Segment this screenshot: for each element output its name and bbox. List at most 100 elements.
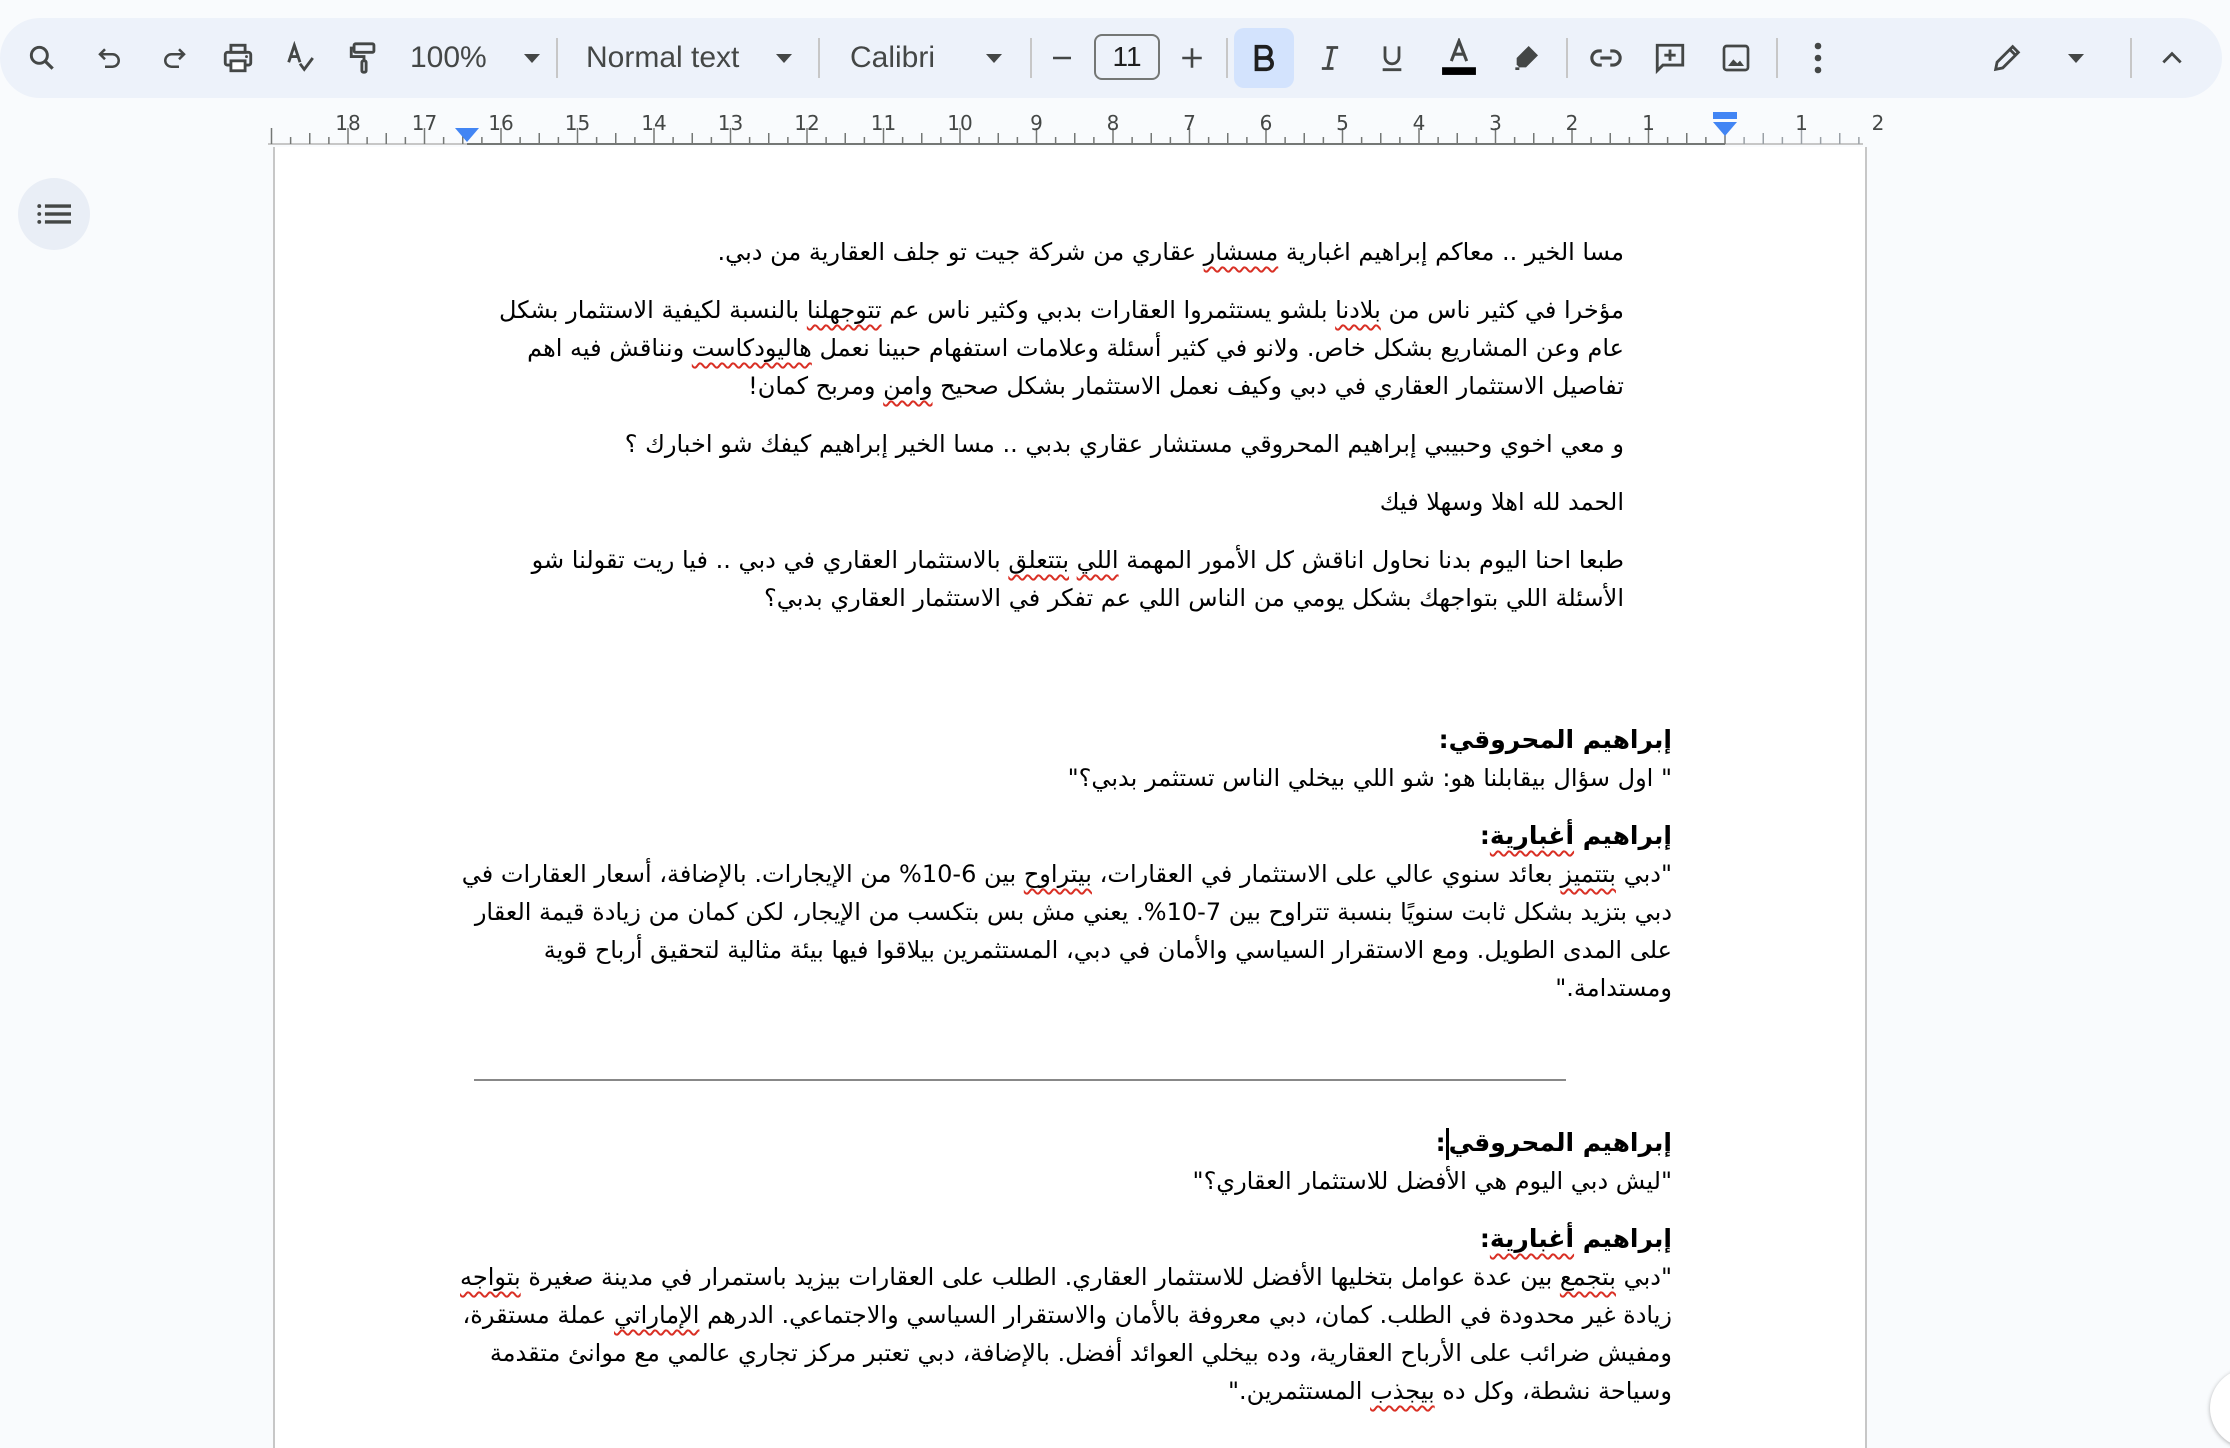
insert-link-button[interactable] — [1584, 18, 1628, 98]
more-options-button[interactable] — [1798, 18, 1838, 98]
explore-button[interactable] — [2210, 1368, 2230, 1448]
first-line-indent-marker[interactable] — [1713, 112, 1737, 119]
misspelled-word[interactable]: الإماراتي — [614, 1301, 699, 1329]
misspelled-word[interactable]: بتواجه — [460, 1263, 521, 1291]
styles-select[interactable]: Normal text — [586, 18, 792, 98]
spellcheck-button[interactable] — [278, 18, 322, 98]
ruler-scale: 18 17 16 15 14 13 12 11 10 9 8 7 6 5 4 3 2 1 1 2 — [268, 111, 1885, 145]
ruler-label: 14 — [641, 111, 666, 135]
highlighter-icon — [1515, 46, 1538, 70]
misspelled-word[interactable]: بيجذب — [1370, 1377, 1435, 1405]
add-comment-button[interactable] — [1648, 18, 1692, 98]
show-outline-button[interactable] — [18, 178, 90, 250]
plus-icon — [1182, 48, 1202, 68]
print-icon — [223, 43, 253, 73]
question-text: " اول سؤال بيقابلنا هو: شو اللي بيخلي ال… — [1067, 764, 1672, 792]
underline-button[interactable] — [1370, 18, 1414, 98]
ruler-label: 10 — [947, 111, 972, 135]
ruler-label: 2 — [1566, 111, 1579, 135]
increase-font-size-button[interactable] — [1174, 18, 1210, 98]
style-value: Normal text — [586, 41, 740, 74]
speaker-last-name: أغبارية — [1489, 1224, 1575, 1253]
font-size-input[interactable]: 11 — [1094, 34, 1160, 80]
horizontal-ruler[interactable]: 18 17 16 15 14 13 12 11 10 9 8 7 6 5 4 3 2 1 1 2 — [0, 108, 2230, 150]
text-run: طبعا احنا اليوم بدنا نحاول اناقش كل الأم… — [1118, 546, 1624, 574]
zoom-select[interactable]: 100% — [410, 18, 540, 98]
paragraph: مؤخرا في كثير ناس من بلادنا بلشو يستثمرو… — [470, 291, 1624, 405]
paint-format-button[interactable] — [342, 18, 386, 98]
misspelled-word[interactable]: بتتعلق — [1008, 546, 1069, 574]
text-run: مسا الخير .. معاكم إبراهيم اغبارية — [1278, 238, 1624, 266]
misspelled-word[interactable]: مسشار — [1204, 238, 1279, 266]
chevron-up-icon — [2162, 51, 2182, 64]
question-text: "ليش دبي اليوم هي الأفضل للاستثمار العقا… — [1192, 1167, 1672, 1195]
misspelled-word[interactable]: اللي — [1077, 546, 1119, 574]
font-value: Calibri — [850, 41, 936, 74]
outline-list-icon — [37, 204, 71, 224]
text-run: "دبي — [1615, 860, 1672, 888]
misspelled-word[interactable]: بيتراوح — [1024, 860, 1092, 888]
paragraph: طبعا احنا اليوم بدنا نحاول اناقش كل الأم… — [470, 541, 1624, 617]
misspelled-word[interactable]: بتتميز — [1560, 860, 1616, 888]
qa-section-1[interactable]: إبراهيم المحروقي: " اول سؤال بيقابلنا هو… — [460, 721, 1672, 1007]
text-run: زيادة غير محدودة في الطلب. كمان، دبي معر… — [699, 1301, 1672, 1329]
divider — [1566, 38, 1568, 78]
undo-icon — [98, 48, 120, 68]
text-run: بين عدة عوامل بتخليها الأفضل للاستثمار ا… — [520, 1263, 1560, 1291]
left-indent-marker[interactable] — [455, 128, 479, 142]
decrease-font-size-button[interactable] — [1044, 18, 1080, 98]
paint-roller-icon — [349, 42, 376, 74]
font-select[interactable]: Calibri — [850, 18, 1002, 98]
colon: : — [1479, 1224, 1490, 1253]
text-color-button[interactable] — [1434, 18, 1484, 98]
redo-button[interactable] — [152, 18, 196, 98]
misspelled-word[interactable]: تتوجهلنا — [807, 296, 882, 324]
paragraph: و معي اخوي وحبيبي إبراهيم المحروقي مستشا… — [470, 425, 1624, 463]
search-menus-button[interactable] — [20, 18, 64, 98]
spellcheck-icon — [287, 41, 314, 72]
answer-text: "دبي بتتميز بعائد سنوي عالي على الاستثما… — [460, 855, 1672, 1007]
chevron-down-icon — [2068, 53, 2084, 63]
ruler-label: 12 — [794, 111, 819, 135]
paragraph: مسا الخير .. معاكم إبراهيم اغبارية مسشار… — [470, 233, 1624, 271]
misspelled-word[interactable]: بلادنا — [1335, 296, 1381, 324]
qa-section-2[interactable]: إبراهيم المحروقي: "ليش دبي اليوم هي الأف… — [460, 1124, 1672, 1410]
undo-button[interactable] — [88, 18, 132, 98]
ruler-label: 6 — [1260, 111, 1273, 135]
speaker-last-name: أغبارية — [1489, 821, 1575, 850]
toolbar: 100% Normal text Calibri 11 — [0, 18, 2222, 98]
chevron-down-icon — [986, 53, 1002, 63]
intro-section[interactable]: مسا الخير .. معاكم إبراهيم اغبارية مسشار… — [470, 233, 1624, 637]
ruler-label: 8 — [1107, 111, 1120, 135]
right-indent-marker[interactable] — [1713, 122, 1737, 136]
bold-button[interactable] — [1234, 28, 1294, 88]
ruler-label: 2 — [1872, 111, 1885, 135]
ruler-label: 3 — [1489, 111, 1502, 135]
speaker-name: إبراهيم أغبارية: — [460, 1220, 1672, 1258]
text-run: عقاري من شركة جيت تو جلف العقارية من دبي… — [717, 238, 1204, 266]
speaker-name: إبراهيم أغبارية: — [460, 817, 1672, 855]
ruler-label: 9 — [1030, 111, 1043, 135]
text-run: الحمد لله اهلا وسهلا فيك — [1379, 488, 1624, 516]
highlight-color-button[interactable] — [1504, 18, 1548, 98]
speaker-name: إبراهيم المحروقي: — [1438, 725, 1672, 754]
misspelled-word[interactable]: بتجمع — [1560, 1263, 1616, 1291]
ruler-label: 1 — [1795, 111, 1808, 135]
answer-text: "دبي بتجمع بين عدة عوامل بتخليها الأفضل … — [460, 1258, 1672, 1410]
italic-button[interactable] — [1308, 18, 1352, 98]
misspelled-word[interactable]: هاليودكاست — [692, 334, 812, 362]
text-run — [1069, 546, 1077, 574]
text-run: بعائد سنوي عالي على الاستثمار في العقارا… — [1091, 860, 1561, 888]
ruler-label: 13 — [718, 111, 743, 135]
misspelled-word[interactable]: وامن — [883, 372, 932, 400]
minus-icon — [1053, 56, 1071, 60]
divider — [556, 38, 558, 78]
insert-image-button[interactable] — [1714, 18, 1758, 98]
hide-menus-button[interactable] — [2150, 18, 2194, 98]
divider — [1226, 38, 1228, 78]
divider — [1030, 38, 1032, 78]
editing-mode-button[interactable] — [1990, 18, 2084, 98]
ruler-label: 17 — [412, 111, 437, 135]
colon: : — [1479, 821, 1490, 850]
print-button[interactable] — [216, 18, 260, 98]
